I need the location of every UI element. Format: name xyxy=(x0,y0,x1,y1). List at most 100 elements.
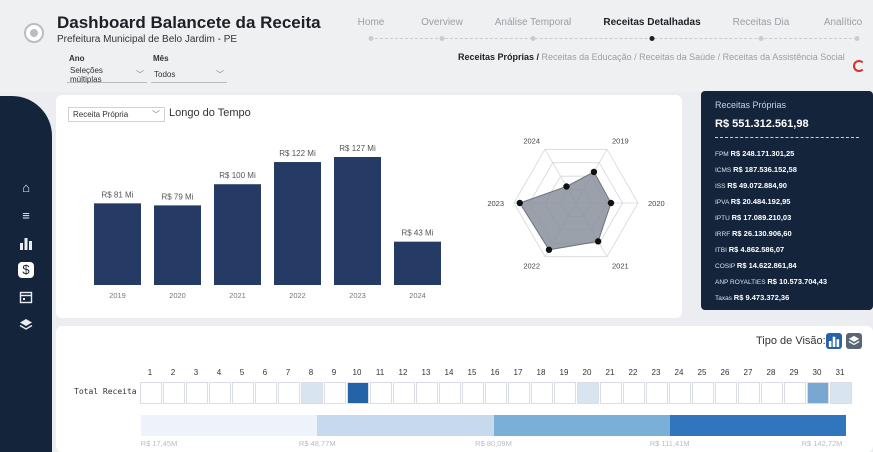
bar-data-label: R$ 122 Mi xyxy=(279,149,316,158)
day-label: 24 xyxy=(674,368,684,377)
color-scale-label: R$ 48,77M xyxy=(298,439,336,448)
day-label: 9 xyxy=(331,368,337,377)
heatmap-cell-day-8[interactable] xyxy=(301,382,323,404)
panel-row: Taxas R$ 9.473.372,36 xyxy=(715,293,827,309)
radar-point-2021 xyxy=(594,238,602,245)
chevron-down-icon: ﹀ xyxy=(152,110,160,119)
heatmap-cell-day-19[interactable] xyxy=(554,382,576,404)
panel-row: ICMS R$ 187.536.152,58 xyxy=(715,165,827,181)
nav-analitico[interactable]: Analítico xyxy=(824,17,862,28)
radar-point-2024 xyxy=(563,183,570,190)
bar-chart-icon[interactable] xyxy=(18,236,34,252)
nav-home[interactable]: Home xyxy=(358,17,385,28)
sub-tab-receitas-proprias[interactable]: Receitas Próprias / xyxy=(458,52,539,62)
heatmap-cell-day-31[interactable] xyxy=(830,382,852,404)
x-tick-label: 2023 xyxy=(349,291,366,300)
heatmap-cell-day-27[interactable] xyxy=(738,382,760,404)
radar-axis-label: 2021 xyxy=(612,261,629,270)
panel-total: R$ 551.312.561,98 xyxy=(715,118,809,130)
color-scale-label: R$ 111,41M xyxy=(649,439,690,448)
chart-title: Longo do Tempo xyxy=(169,107,251,119)
panel-row-key: ANP ROYALTIES xyxy=(715,279,768,286)
panel-row-key: ICMS xyxy=(715,167,734,174)
heatmap-cell-day-10[interactable] xyxy=(347,382,369,404)
heatmap-cell-day-2[interactable] xyxy=(163,382,185,404)
filter-ano-select[interactable]: Seleções múltiplas ﹀ xyxy=(67,66,147,84)
panel-row-key: ISS xyxy=(715,183,728,190)
heatmap-cell-day-12[interactable] xyxy=(393,382,415,404)
home-icon[interactable]: ⌂ xyxy=(18,180,34,196)
heatmap-cell-day-17[interactable] xyxy=(508,382,530,404)
heatmap-cell-day-7[interactable] xyxy=(278,382,300,404)
heatmap-cell-day-26[interactable] xyxy=(715,382,737,404)
panel-row: ISS R$ 49.072.884,90 xyxy=(715,181,827,197)
day-label: 20 xyxy=(582,368,592,377)
radar-point-2022 xyxy=(545,246,553,253)
receitas-panel: Receitas Próprias R$ 551.312.561,98 FPM … xyxy=(701,91,873,310)
x-tick-label: 2021 xyxy=(229,291,246,300)
heatmap-cell-day-9[interactable] xyxy=(324,382,346,404)
heatmap-cell-day-1[interactable] xyxy=(140,382,162,404)
panel-row: IPVA R$ 20.484.192,95 xyxy=(715,197,827,213)
heatmap-cell-day-25[interactable] xyxy=(692,382,714,404)
day-label: 21 xyxy=(605,368,615,377)
page-title: Dashboard Balancete da Receita xyxy=(57,13,321,32)
heatmap-cell-day-18[interactable] xyxy=(531,382,553,404)
heatmap-cell-day-13[interactable] xyxy=(416,382,438,404)
heatmap-cell-day-30[interactable] xyxy=(807,382,829,404)
day-label: 22 xyxy=(628,368,638,377)
refresh-icon[interactable] xyxy=(853,60,865,72)
panel-row-value: R$ 14.622.861,84 xyxy=(736,261,797,270)
nav-overview[interactable]: Overview xyxy=(421,17,463,28)
radar-chart: 2019 2020 2021 2022 2023 2024 xyxy=(487,137,664,271)
calendar-card: Tipo de Visão: Total Receita 1 2 3 4 5 6 7 8 9 10… xyxy=(56,326,873,452)
header: Dashboard Balancete da Receita Prefeitur… xyxy=(0,0,873,92)
heatmap-cell-day-5[interactable] xyxy=(232,382,254,404)
day-label: 4 xyxy=(216,368,222,377)
nav-analise-temporal[interactable]: Análise Temporal xyxy=(495,17,572,28)
panel-row: IPTU R$ 17.089.210,03 xyxy=(715,213,827,229)
heatmap-cell-day-4[interactable] xyxy=(209,382,231,404)
heatmap-cell-day-11[interactable] xyxy=(370,382,392,404)
heatmap-cell-day-29[interactable] xyxy=(784,382,806,404)
layers-icon[interactable] xyxy=(18,318,34,334)
list-icon[interactable]: ≡ xyxy=(18,208,34,224)
heatmap-cell-day-3[interactable] xyxy=(186,382,208,404)
heatmap-cell-day-16[interactable] xyxy=(485,382,507,404)
bar-chart-view-button[interactable] xyxy=(826,333,842,349)
radar-point-2020 xyxy=(607,199,615,207)
x-tick-label: 2019 xyxy=(109,291,126,300)
tipo-visao-label: Tipo de Visão: xyxy=(756,335,826,347)
heatmap-cell-day-24[interactable] xyxy=(669,382,691,404)
x-tick-label: 2022 xyxy=(289,291,306,300)
heatmap-cell-day-21[interactable] xyxy=(600,382,622,404)
receita-type-select[interactable]: Receita Própria ﹀ xyxy=(68,107,165,122)
nav-receitas-dia[interactable]: Receitas Dia xyxy=(733,17,790,28)
nav-receitas-detalhadas[interactable]: Receitas Detalhadas xyxy=(603,17,700,28)
panel-row-key: IPTU xyxy=(715,215,732,222)
bar-data-label: R$ 43 Mi xyxy=(401,229,433,238)
filter-ano-label: Ano xyxy=(69,54,85,63)
heatmap-cell-day-15[interactable] xyxy=(462,382,484,404)
heatmap-cell-day-23[interactable] xyxy=(646,382,668,404)
heatmap-cell-day-22[interactable] xyxy=(623,382,645,404)
heatmap-cell-day-20[interactable] xyxy=(577,382,599,404)
x-tick-label: 2020 xyxy=(169,291,186,300)
filter-mes-select[interactable]: Todos ﹀ xyxy=(151,67,227,83)
heatmap-cell-day-28[interactable] xyxy=(761,382,783,404)
day-label: 8 xyxy=(308,368,314,377)
heatmap-cell-day-14[interactable] xyxy=(439,382,461,404)
calendar-icon[interactable] xyxy=(18,290,34,306)
day-label: 29 xyxy=(789,368,799,377)
panel-row-value: R$ 248.171.301,25 xyxy=(730,149,795,158)
panel-row: ITBI R$ 4.862.586,07 xyxy=(715,245,827,261)
bar-data-label: R$ 81 Mi xyxy=(101,190,133,199)
sub-tab-others[interactable]: Receitas da Educação / Receitas da Saúde… xyxy=(539,52,845,62)
nav-dot xyxy=(368,36,374,41)
heatmap-cell-day-6[interactable] xyxy=(255,382,277,404)
panel-divider xyxy=(715,137,859,138)
day-label: 2 xyxy=(170,368,176,377)
layers-view-button[interactable] xyxy=(846,333,862,349)
money-icon[interactable]: $ xyxy=(18,262,34,278)
bar-2022 xyxy=(274,162,321,285)
